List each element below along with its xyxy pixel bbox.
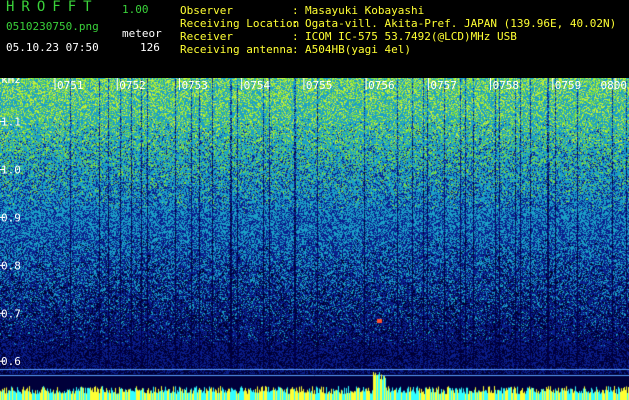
- time-tick-label: 0758: [493, 79, 520, 92]
- antenna-label: Receiving antenna: [180, 43, 293, 56]
- frequency-axis: kHz 1.1 1.0 0.9 0.8 0.7 0.6: [0, 78, 21, 368]
- time-tick-label: 0754: [244, 79, 271, 92]
- frequency-tick-label: 0.7: [1, 307, 21, 320]
- location-colon: :: [292, 17, 299, 30]
- frequency-tick-label: 0.8: [1, 259, 21, 272]
- file-name: 0510230750.png: [6, 20, 99, 33]
- antenna-colon: :: [292, 43, 299, 56]
- app-version: 1.00: [122, 3, 149, 16]
- time-tick-label: 0759: [555, 79, 582, 92]
- frequency-tick-label: 0.9: [1, 211, 21, 224]
- time-tick-label: 0752: [119, 79, 146, 92]
- time-tick-label: 0755: [306, 79, 333, 92]
- frequency-tick-label: 0.6: [1, 355, 21, 368]
- spectrogram-panel: kHz 1.1 1.0 0.9 0.8 0.7 0.6 0751 0752 0753 0754 0…: [0, 78, 629, 400]
- time-tick-label: 0751: [57, 79, 84, 92]
- capture-datetime: 05.10.23 07:50: [6, 41, 99, 54]
- frequency-tick-label: 1.0: [1, 163, 21, 176]
- frequency-unit-label: kHz: [1, 78, 21, 86]
- observer-value: Masayuki Kobayashi: [305, 4, 425, 17]
- receiver-colon: :: [292, 30, 299, 43]
- frequency-tick-label: 1.1: [1, 116, 21, 129]
- time-tick-label: 0756: [368, 79, 395, 92]
- location-value: Ogata-vill. Akita-Pref. JAPAN (139.96E, …: [305, 17, 617, 30]
- time-axis: 0751 0752 0753 0754 0755 0756 0757 0758 0759 0800: [54, 78, 628, 92]
- receiver-value: ICOM IC-575 53.7492(@LCD)MHz USB: [305, 30, 517, 43]
- spectrogram-axes: kHz 1.11.00.90.80.70.6 0751 0752 0753 0754 0…: [0, 78, 628, 368]
- observer-colon: :: [292, 4, 299, 17]
- antenna-value: A504HB(yagi 4el): [305, 43, 411, 56]
- header-panel: HROFFT 1.00 0510230750.png meteor 05.10.…: [0, 0, 629, 78]
- meteor-count-value: 126: [140, 41, 160, 54]
- time-tick-label: 0800: [601, 79, 628, 92]
- time-tick-label: 0753: [181, 79, 208, 92]
- app-title: HROFFT: [6, 0, 99, 15]
- location-label: Receiving Location: [180, 17, 300, 30]
- receiver-label: Receiver: [180, 30, 233, 43]
- meteor-count-label: meteor: [122, 27, 162, 40]
- time-tick-label: 0757: [430, 79, 457, 92]
- observer-label: Observer: [180, 4, 233, 17]
